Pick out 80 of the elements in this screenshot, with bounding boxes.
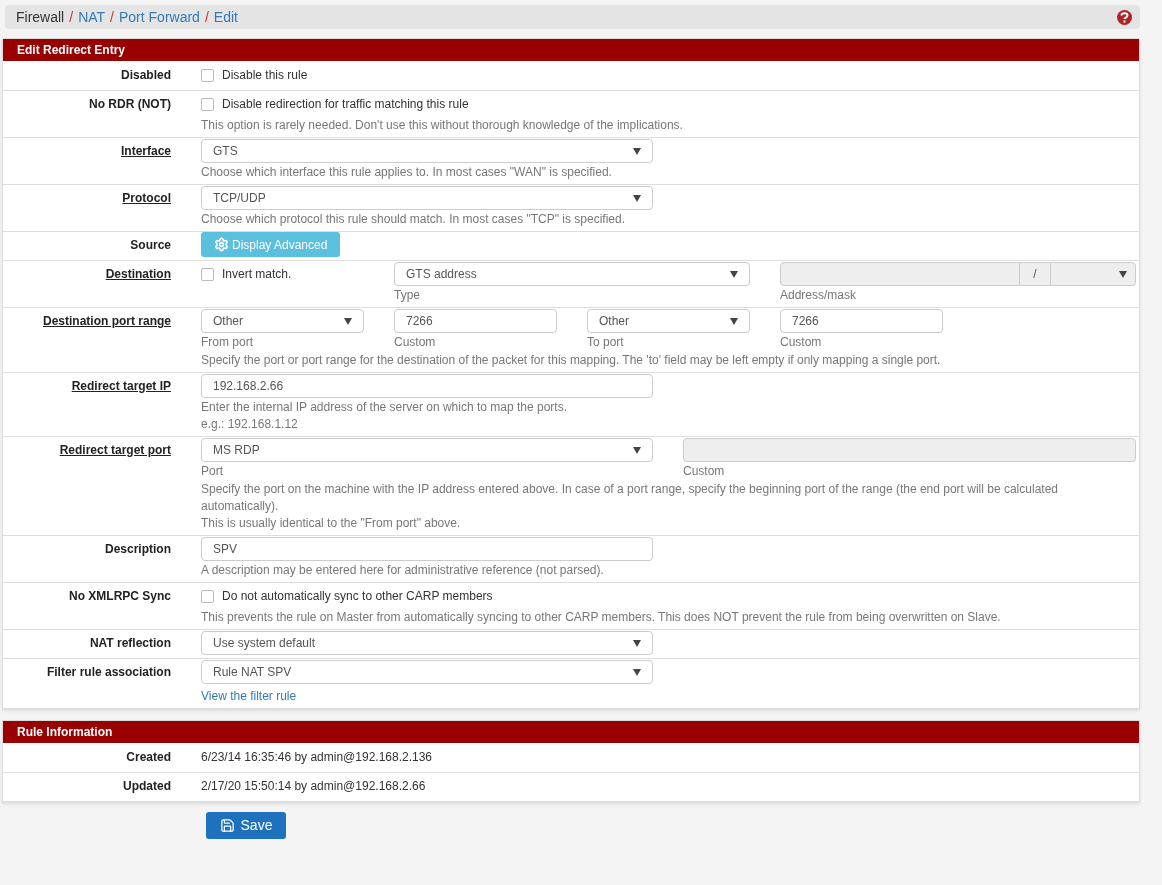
field-caption: Custom bbox=[394, 334, 437, 351]
help-text: Specify the port on the machine with the IP address entered above. In case of a port range, specify the beginning port of the range (the end port will be calculated automatically). bbox=[201, 481, 1059, 515]
help-text: e.g.: 192.168.1.12 bbox=[201, 416, 299, 433]
field-caption: From port bbox=[201, 334, 254, 351]
field-label: Destination bbox=[105, 266, 171, 283]
breadcrumb-separator: / bbox=[69, 7, 74, 27]
checkbox[interactable] bbox=[201, 267, 214, 281]
breadcrumb-separator: / bbox=[204, 7, 209, 27]
checkbox-label: Disable this rule bbox=[222, 67, 308, 84]
breadcrumb-link[interactable]: Edit bbox=[213, 6, 238, 28]
help-text: Choose which protocol this rule should match. In most cases "TCP" is specified. bbox=[201, 211, 627, 228]
field-label: No RDR (NOT) bbox=[89, 96, 171, 113]
select-field[interactable]: Other bbox=[201, 309, 364, 333]
filter-rule-link[interactable]: View the filter rule bbox=[201, 688, 653, 705]
field-caption: Address/mask bbox=[780, 287, 858, 304]
caret-icon bbox=[730, 317, 738, 325]
panel-title: Edit Redirect Entry bbox=[3, 39, 1139, 61]
field-caption: Custom bbox=[780, 334, 823, 351]
checkbox-label: Do not automatically sync to other CARP members bbox=[222, 588, 493, 605]
checkbox-label: Invert match. bbox=[222, 266, 292, 283]
mask-select[interactable] bbox=[1050, 262, 1136, 286]
select-field[interactable]: Use system default bbox=[201, 631, 653, 655]
text-field[interactable]: 7266 bbox=[394, 309, 557, 333]
field-label: NAT reflection bbox=[89, 635, 171, 652]
field-caption: To port bbox=[587, 334, 625, 351]
select-field[interactable]: Rule NAT SPV bbox=[201, 660, 653, 684]
help-text: A description may be entered here for administrative reference (not parsed). bbox=[201, 562, 605, 579]
text-field[interactable]: SPV bbox=[201, 537, 653, 561]
select-field[interactable]: GTS bbox=[201, 139, 653, 163]
field-label: Redirect target IP bbox=[71, 378, 171, 395]
field-label: Source bbox=[130, 237, 171, 254]
checkbox-label: Disable redirection for traffic matching this rule bbox=[222, 96, 469, 113]
field-label: Redirect target port bbox=[59, 442, 171, 459]
breadcrumb-item: Firewall bbox=[16, 7, 65, 27]
help-text: Enter the internal IP address of the server on which to map the ports. bbox=[201, 399, 568, 416]
checkbox[interactable] bbox=[201, 589, 214, 603]
field-label: Disabled bbox=[121, 67, 171, 84]
caret-icon bbox=[344, 317, 352, 325]
select-field[interactable]: Other bbox=[587, 309, 750, 333]
caret-icon bbox=[633, 147, 641, 155]
info-value: 6/23/14 16:35:46 by admin@192.168.2.136 bbox=[201, 749, 433, 766]
info-value: 2/17/20 15:50:14 by admin@192.168.2.66 bbox=[201, 778, 426, 795]
field-label: Filter rule association bbox=[46, 664, 171, 681]
field-label: No XMLRPC Sync bbox=[69, 588, 171, 605]
field-label: Created bbox=[126, 749, 171, 766]
caret-icon bbox=[1119, 270, 1127, 278]
breadcrumb-link[interactable]: NAT bbox=[78, 6, 106, 28]
caret-icon bbox=[633, 194, 641, 202]
checkbox[interactable] bbox=[201, 97, 214, 111]
select-field[interactable]: MS RDP bbox=[201, 438, 653, 462]
caret-icon bbox=[633, 446, 641, 454]
field-caption: Type bbox=[394, 287, 421, 304]
breadcrumb-link[interactable]: Port Forward bbox=[119, 6, 200, 28]
select-field[interactable]: TCP/UDP bbox=[201, 186, 653, 210]
help-text: This option is rarely needed. Don't use this without thorough knowledge of the implications. bbox=[201, 117, 683, 134]
save-button[interactable]: Save bbox=[206, 812, 286, 839]
checkbox[interactable] bbox=[201, 68, 214, 82]
help-text: This prevents the rule on Master from automatically syncing to other CARP members. This does NOT prevent the rule from being overwritten on Slave. bbox=[201, 609, 1001, 626]
field-label: Updated bbox=[123, 778, 171, 795]
field-caption: Custom bbox=[683, 463, 726, 480]
save-icon bbox=[219, 818, 235, 833]
text-field[interactable]: 192.168.2.66 bbox=[201, 374, 653, 398]
help-text: Choose which interface this rule applies to. In most cases "WAN" is specified. bbox=[201, 164, 613, 181]
breadcrumb-separator: / bbox=[110, 7, 114, 27]
mask-separator: / bbox=[1033, 266, 1037, 283]
caret-icon bbox=[633, 668, 641, 676]
field-label: Description bbox=[105, 541, 171, 558]
field-label: Destination port range bbox=[43, 313, 171, 330]
gear-icon bbox=[214, 237, 229, 252]
field-label: Interface bbox=[120, 143, 171, 160]
help-text: This is usually identical to the "From port" above. bbox=[201, 515, 462, 532]
field-caption: Port bbox=[201, 463, 224, 480]
help-text: Specify the port or port range for the destination of the packet for this mapping. The 'to' field may be left empty if only mapping a single port. bbox=[201, 352, 942, 369]
panel-title: Rule Information bbox=[3, 721, 1139, 743]
caret-icon bbox=[633, 639, 641, 647]
text-field[interactable]: 7266 bbox=[780, 309, 943, 333]
select-field[interactable]: GTS address bbox=[394, 262, 750, 286]
caret-icon bbox=[730, 270, 738, 278]
field-label: Protocol bbox=[122, 190, 171, 207]
help-icon[interactable] bbox=[1117, 9, 1132, 25]
